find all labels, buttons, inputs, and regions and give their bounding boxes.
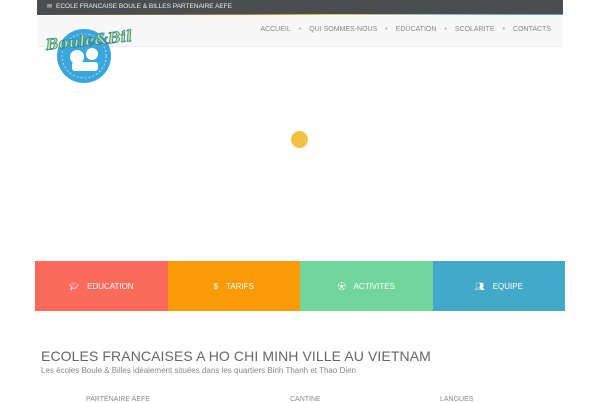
tile-education[interactable]: 🎓︎ EDUCATION: [35, 261, 168, 311]
logo[interactable]: Boule&Billes: [44, 24, 132, 84]
svg-text:Boule&Billes: Boule&Billes: [44, 24, 132, 54]
dollar-icon: $: [213, 281, 219, 291]
menu-scolarite[interactable]: SCOLARITE: [455, 26, 495, 33]
page-subheading: Les écoles Boule & Billes idéalement sit…: [41, 366, 357, 375]
menu-qui-sommes-nous[interactable]: QUI SOMMES-NOUS: [309, 26, 377, 33]
envelope-icon: ✉: [47, 4, 53, 10]
soccer-ball-icon: ⚽︎: [337, 281, 346, 291]
top-bar: ✉ ECOLE FRANCAISE BOULE & BILLES PARTENAI…: [37, 0, 563, 15]
tile-tarifs[interactable]: $ TARIFS: [167, 261, 300, 311]
menu-contacts[interactable]: CONTACTS: [513, 26, 551, 33]
feature-tiles: 🎓︎ EDUCATION $ TARIFS ⚽︎ ACTIVITES 👥︎ EQUIPE: [35, 261, 565, 311]
loading-spinner: [291, 131, 308, 148]
color-divider: [37, 13, 563, 15]
tile-activites[interactable]: ⚽︎ ACTIVITES: [300, 261, 433, 311]
menu-accueil[interactable]: ACCUEIL: [260, 26, 290, 33]
users-icon: 👥︎: [474, 281, 485, 291]
menu-education[interactable]: EDUCATION: [396, 26, 437, 33]
page-heading: ECOLES FRANCAISES A HO CHI MINH VILLE AU…: [41, 348, 431, 364]
graduation-cap-icon: 🎓︎: [68, 281, 80, 291]
tile-equipe[interactable]: 👥︎ EQUIPE: [432, 261, 565, 311]
top-bar-text: ECOLE FRANCAISE BOULE & BILLES PARTENAIR…: [56, 3, 233, 10]
